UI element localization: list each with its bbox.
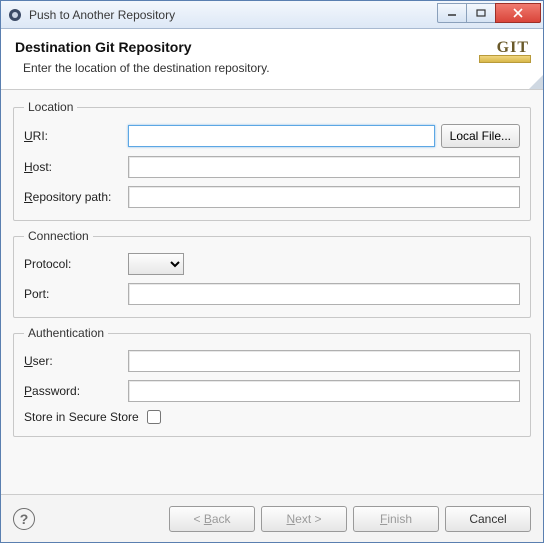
git-logo-icon: GIT [481, 39, 529, 57]
host-label: Host: [24, 160, 128, 174]
next-button[interactable]: Next > [261, 506, 347, 532]
maximize-button[interactable] [466, 3, 496, 23]
authentication-legend: Authentication [24, 326, 108, 340]
app-icon [7, 7, 23, 23]
page-title: Destination Git Repository [15, 39, 481, 55]
repository-path-input[interactable] [128, 186, 520, 208]
store-secure-checkbox[interactable] [147, 410, 161, 424]
dialog-window: Push to Another Repository Destination G… [0, 0, 544, 543]
wizard-footer: ? < Back Next > Finish Cancel [1, 494, 543, 542]
cancel-button[interactable]: Cancel [445, 506, 531, 532]
help-button[interactable]: ? [13, 508, 35, 530]
window-title: Push to Another Repository [29, 8, 438, 22]
wizard-content: Location URI: Local File... Host: Reposi… [1, 90, 543, 494]
corner-fold-icon [529, 75, 543, 89]
close-button[interactable] [495, 3, 541, 23]
connection-legend: Connection [24, 229, 93, 243]
window-controls [438, 3, 541, 23]
user-input[interactable] [128, 350, 520, 372]
finish-button[interactable]: Finish [353, 506, 439, 532]
host-input[interactable] [128, 156, 520, 178]
password-label: Password: [24, 384, 128, 398]
minimize-button[interactable] [437, 3, 467, 23]
location-group: Location URI: Local File... Host: Reposi… [13, 100, 531, 221]
password-input[interactable] [128, 380, 520, 402]
port-label: Port: [24, 287, 128, 301]
page-subtitle: Enter the location of the destination re… [15, 61, 481, 75]
user-label: User: [24, 354, 128, 368]
uri-label: URI: [24, 129, 128, 143]
protocol-select[interactable] [128, 253, 184, 275]
authentication-group: Authentication User: Password: Store in … [13, 326, 531, 437]
port-input[interactable] [128, 283, 520, 305]
store-secure-label: Store in Secure Store [24, 410, 139, 424]
uri-input[interactable] [128, 125, 435, 147]
repository-path-label: Repository path: [24, 190, 128, 204]
titlebar[interactable]: Push to Another Repository [1, 1, 543, 29]
protocol-label: Protocol: [24, 257, 128, 271]
wizard-header: Destination Git Repository Enter the loc… [1, 29, 543, 90]
location-legend: Location [24, 100, 77, 114]
connection-group: Connection Protocol: Port: [13, 229, 531, 318]
back-button[interactable]: < Back [169, 506, 255, 532]
local-file-button[interactable]: Local File... [441, 124, 520, 148]
